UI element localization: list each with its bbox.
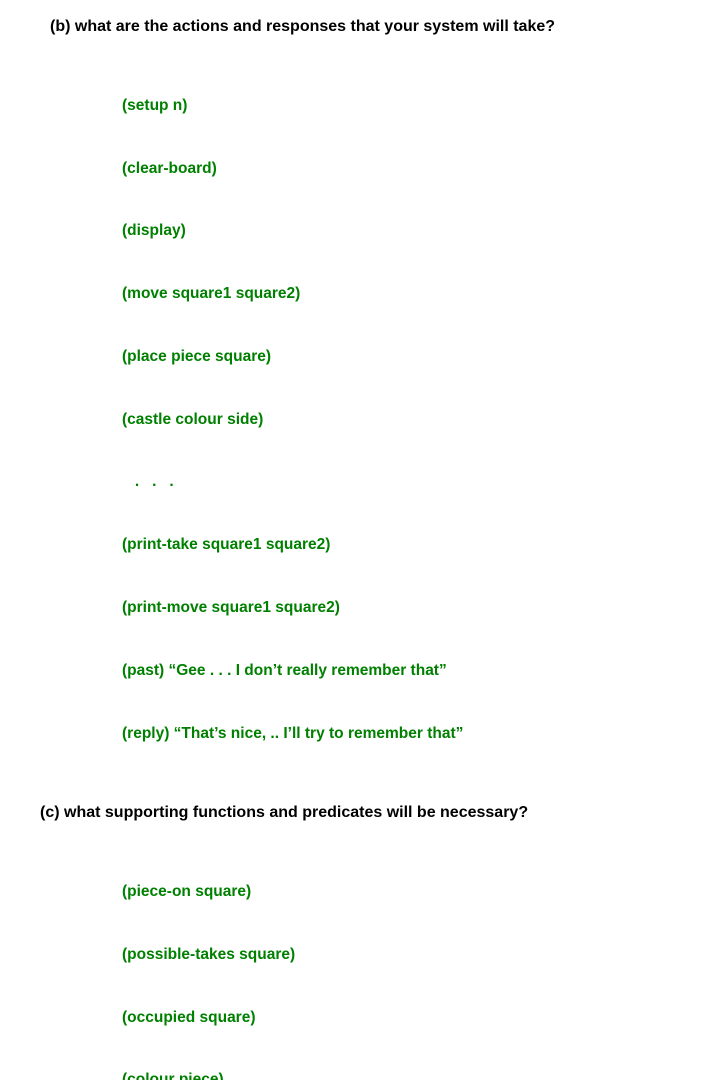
slide-page: (b) what are the actions and responses t…: [0, 0, 720, 1080]
code-line: (piece-on square): [122, 882, 680, 903]
code-line: (move square1 square2): [122, 284, 680, 305]
code-line: (reply) “That’s nice, .. I’ll try to rem…: [122, 724, 680, 745]
code-line: (possible-takes square): [122, 945, 680, 966]
code-line: (display): [122, 221, 680, 242]
code-line: (setup n): [122, 96, 680, 117]
code-line: . . .: [122, 472, 680, 493]
code-line: (print-move square1 square2): [122, 598, 680, 619]
question-c: (c) what supporting functions and predic…: [40, 804, 680, 822]
code-block-c: (piece-on square) (possible-takes square…: [122, 840, 680, 1080]
code-line: (castle colour side): [122, 410, 680, 431]
code-line: (print-take square1 square2): [122, 535, 680, 556]
code-line: (occupied square): [122, 1008, 680, 1029]
code-line: (colour piece): [122, 1070, 680, 1080]
code-line: (past) “Gee . . . I don’t really remembe…: [122, 661, 680, 682]
code-line: (clear-board): [122, 159, 680, 180]
code-line: (place piece square): [122, 347, 680, 368]
question-b: (b) what are the actions and responses t…: [50, 18, 680, 36]
code-block-b: (setup n) (clear-board) (display) (move …: [122, 54, 680, 786]
